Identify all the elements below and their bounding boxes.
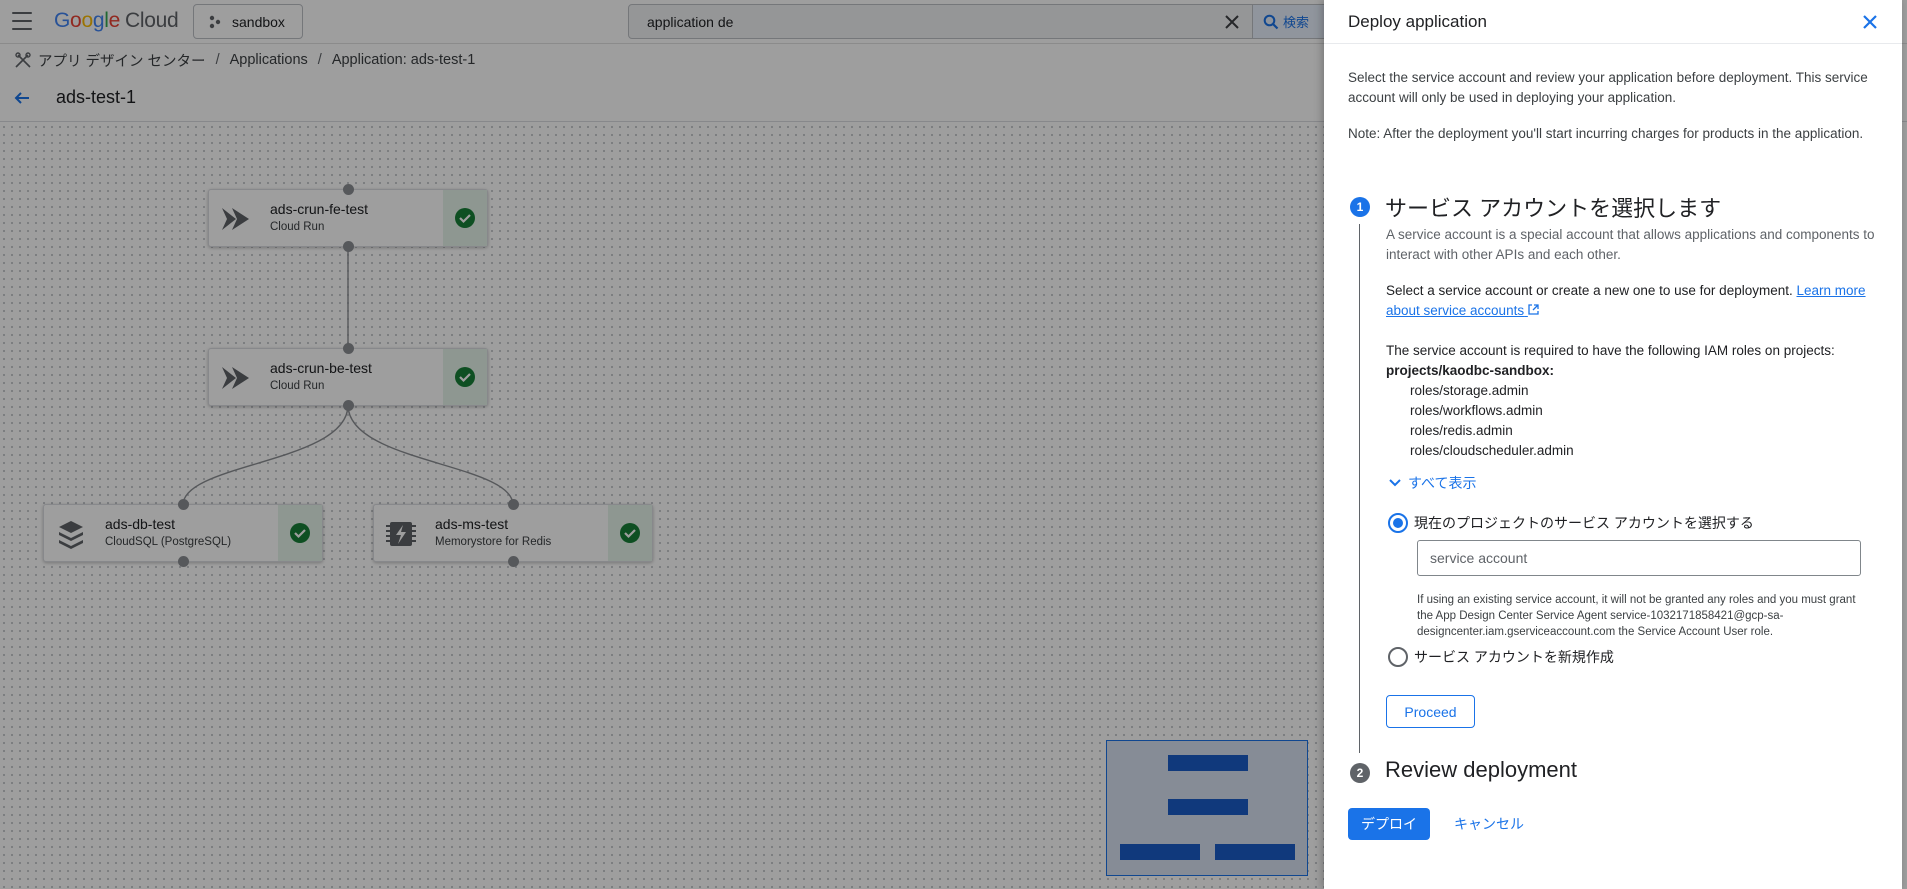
- step-1-title: サービス アカウントを選択します: [1385, 196, 1722, 221]
- role-item: roles/storage.admin: [1410, 383, 1529, 398]
- deploy-application-panel: Deploy application Select the service ac…: [1324, 0, 1902, 889]
- role-item: roles/redis.admin: [1410, 423, 1513, 438]
- roles-list: roles/storage.admin roles/workflows.admi…: [1410, 381, 1574, 461]
- radio-new-label: サービス アカウントを新規作成: [1414, 649, 1614, 665]
- radio-selected-icon[interactable]: [1388, 513, 1408, 533]
- step-2-number: 2: [1350, 763, 1370, 783]
- roles-intro: The service account is required to have …: [1386, 343, 1835, 358]
- role-item: roles/cloudscheduler.admin: [1410, 443, 1574, 458]
- project-path: projects/kaodbc-sandbox:: [1386, 363, 1555, 378]
- panel-title: Deploy application: [1348, 12, 1487, 31]
- chevron-down-icon: [1389, 479, 1401, 487]
- panel-header: Deploy application: [1324, 0, 1902, 44]
- service-account-input[interactable]: [1417, 540, 1861, 576]
- radio-existing-label: 現在のプロジェクトのサービス アカウントを選択する: [1414, 515, 1754, 531]
- show-all-button[interactable]: すべて表示: [1388, 473, 1476, 493]
- select-text: Select a service account or create a new…: [1386, 283, 1793, 298]
- step-1-select-text: Select a service account or create a new…: [1386, 281, 1876, 321]
- radio-new-account[interactable]: サービス アカウントを新規作成: [1388, 647, 1614, 667]
- step-1-description: A service account is a special account t…: [1386, 227, 1875, 262]
- step-1-number: 1: [1350, 197, 1370, 217]
- radio-unselected-icon[interactable]: [1388, 647, 1408, 667]
- role-item: roles/workflows.admin: [1410, 403, 1543, 418]
- proceed-button[interactable]: Proceed: [1386, 695, 1475, 728]
- show-all-label: すべて表示: [1408, 475, 1477, 491]
- external-link-icon: [1528, 304, 1539, 315]
- radio-existing-account[interactable]: 現在のプロジェクトのサービス アカウントを選択する: [1388, 513, 1754, 533]
- step-connector-line: [1359, 224, 1360, 753]
- panel-note: Note: After the deployment you'll start …: [1348, 126, 1864, 141]
- step-2-title: Review deployment: [1385, 757, 1577, 782]
- service-account-hint: If using an existing service account, it…: [1417, 594, 1856, 638]
- close-icon[interactable]: [1860, 12, 1880, 32]
- cancel-button[interactable]: キャンセル: [1444, 808, 1534, 840]
- panel-intro: Select the service account and review yo…: [1348, 70, 1868, 105]
- deploy-button[interactable]: デプロイ: [1348, 808, 1430, 840]
